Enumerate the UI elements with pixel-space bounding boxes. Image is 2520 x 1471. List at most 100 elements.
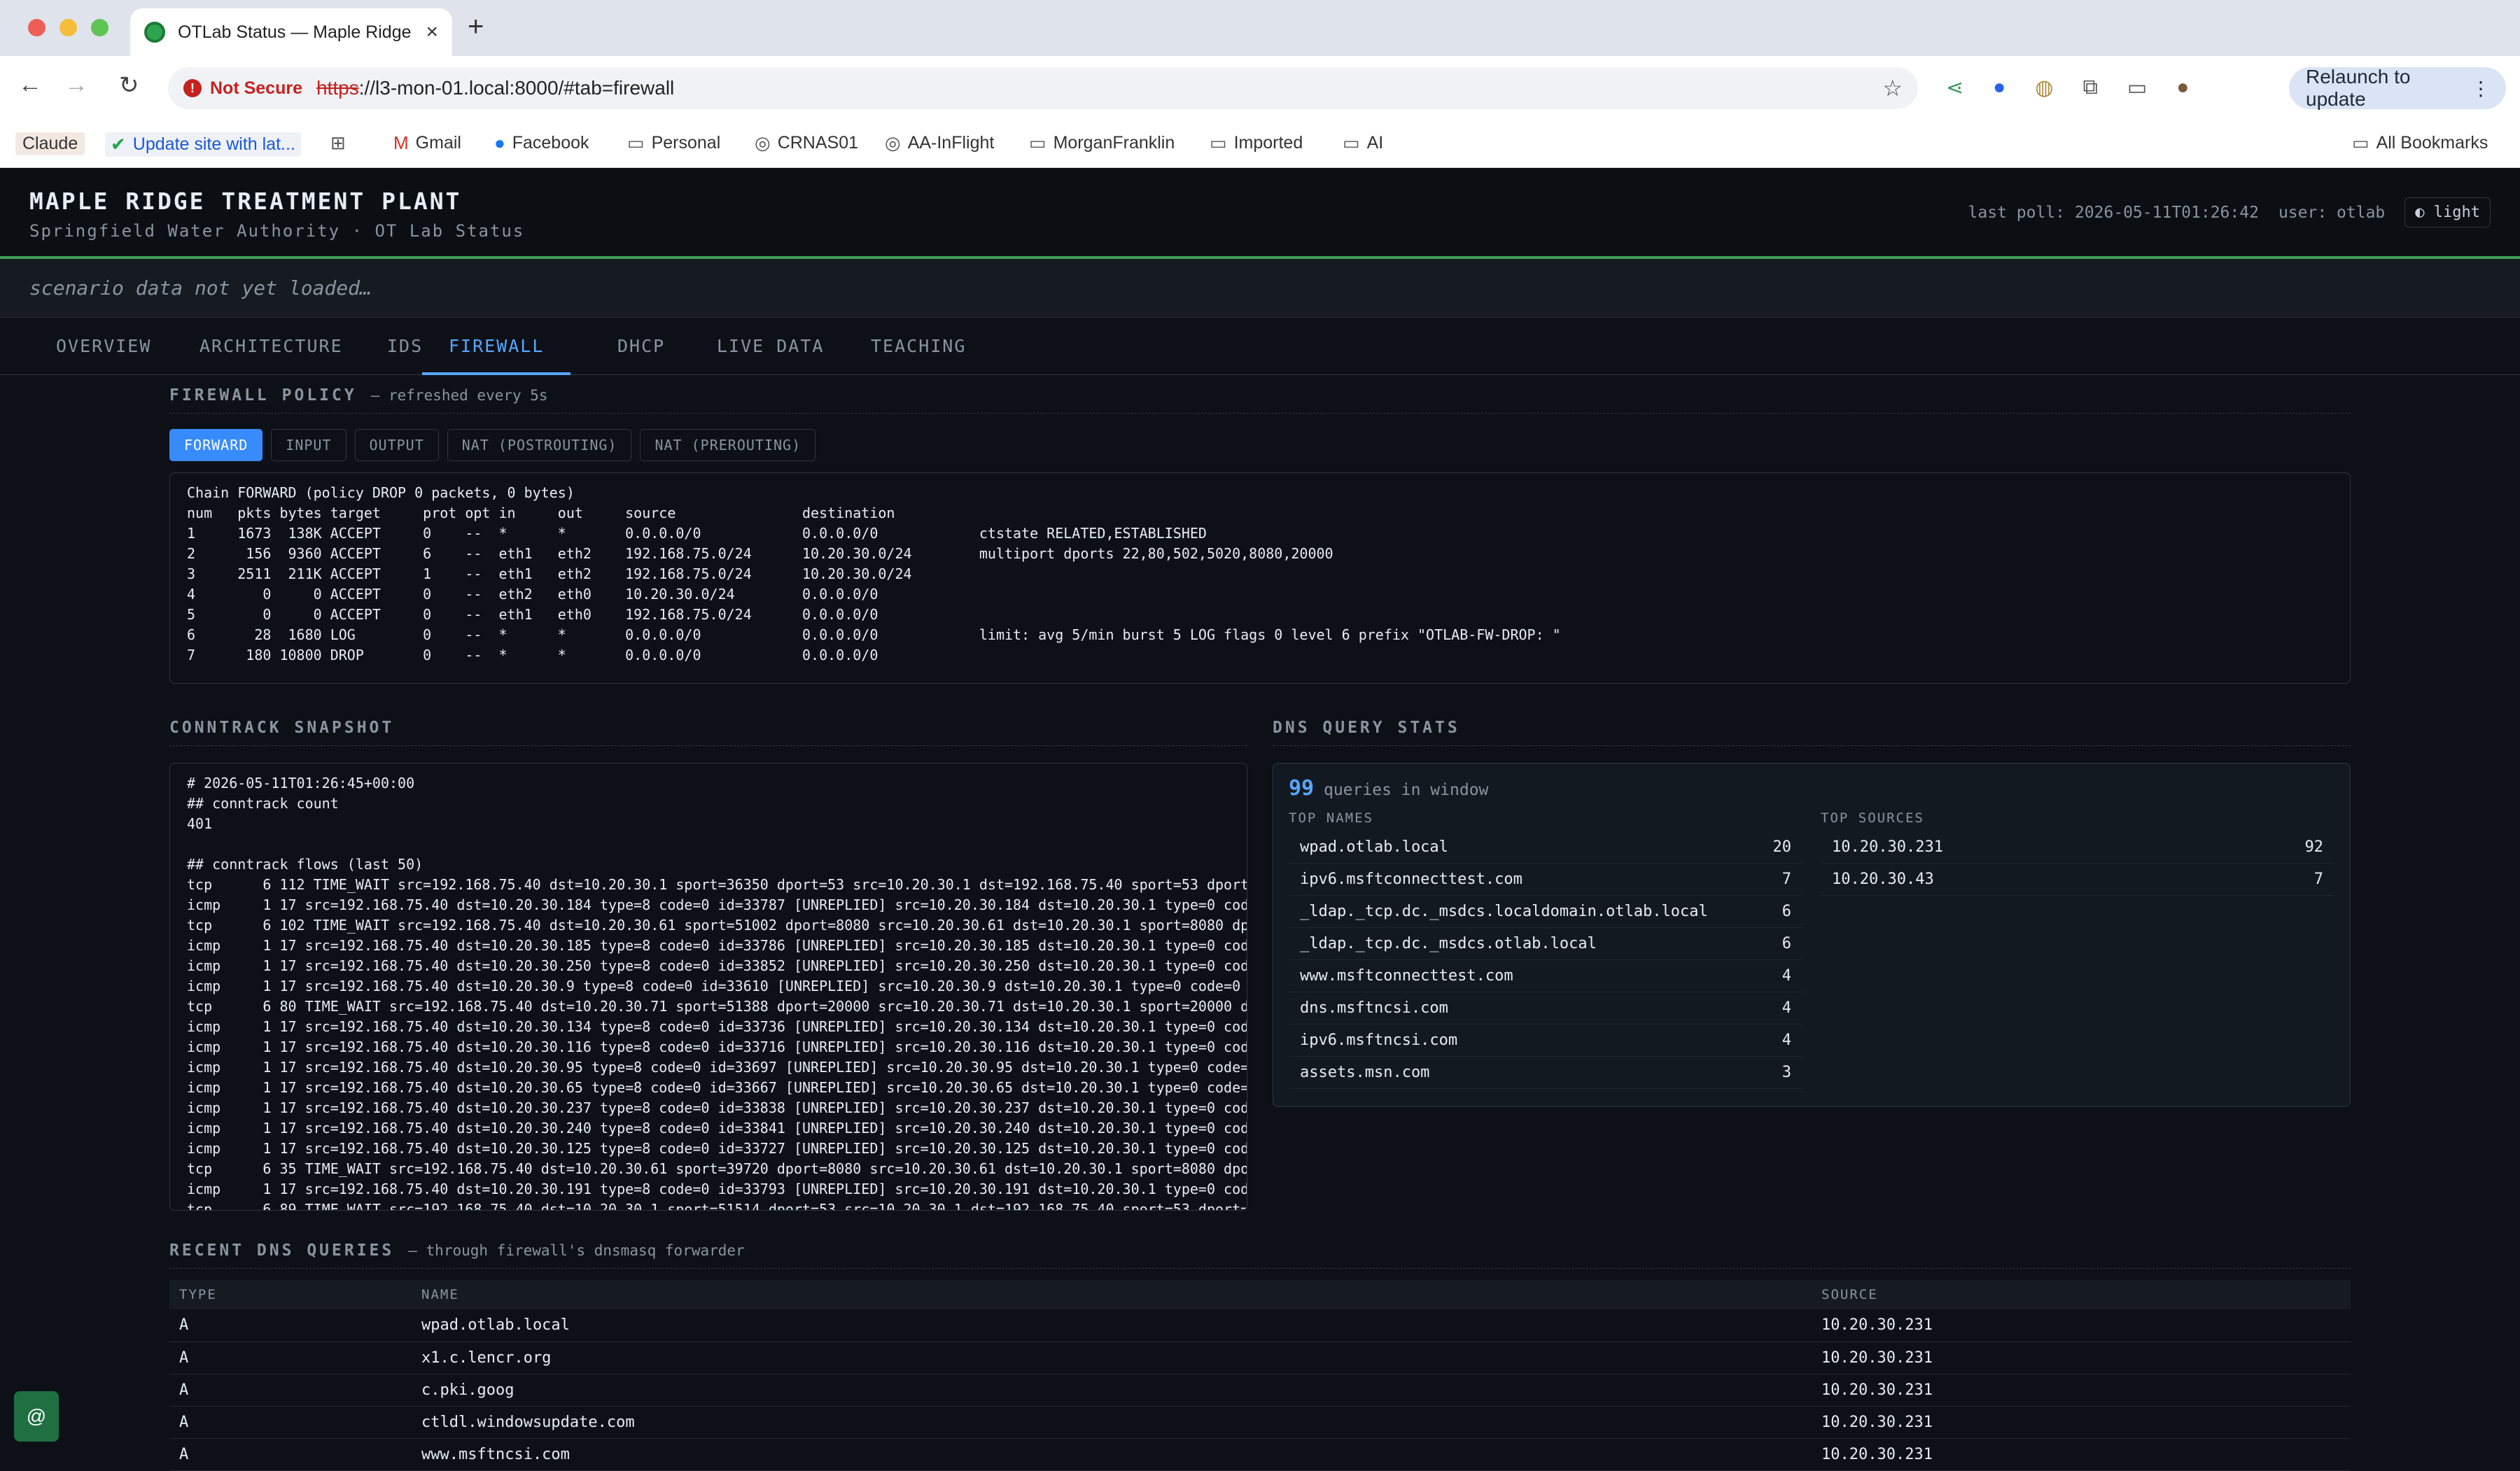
header-status: last poll: 2026-05-11T01:26:42 user: otl…: [1968, 197, 2491, 227]
iptables-output: Chain FORWARD (policy DROP 0 packets, 0 …: [169, 472, 2351, 684]
folder-icon: ▭: [1343, 132, 1360, 153]
url-text[interactable]: https://l3-mon-01.local:8000/#tab=firewa…: [316, 77, 674, 99]
bookmarks-bar: Claude ✔ Update site with lat... ⊞ M Gmail…: [0, 119, 2520, 168]
url-rest: ://l3-mon-01.local:8000/#tab=firewall: [358, 77, 675, 99]
page-title: MAPLE RIDGE TREATMENT PLANT: [29, 188, 462, 215]
back-icon[interactable]: ←: [18, 71, 42, 99]
kebab-menu-icon[interactable]: ⋮: [2471, 77, 2491, 100]
warning-icon: !: [183, 79, 202, 97]
bookmark-update-site[interactable]: ✔ Update site with lat...: [105, 132, 301, 157]
section-title: CONNTRACK SNAPSHOT: [169, 719, 395, 737]
tab-firewall[interactable]: FIREWALL: [422, 336, 571, 375]
main-tabs: OVERVIEW ARCHITECTURE IDS FIREWALL DHCP …: [0, 318, 2520, 375]
browser-toolbar: ← → ↻ ! Not Secure https://l3-mon-01.loca…: [0, 56, 2520, 119]
list-item: 10.20.30.231 92: [1821, 831, 2334, 864]
close-window-button[interactable]: [28, 19, 46, 36]
table-cell: A: [169, 1406, 412, 1439]
bookmark-morganfranklin[interactable]: ▭ MorganFranklin: [1029, 132, 1175, 154]
apps-grid-icon[interactable]: ⊞: [330, 132, 346, 154]
chain-output-button[interactable]: OUTPUT: [354, 429, 439, 461]
conntrack-section: CONNTRACK SNAPSHOT # 2026-05-11T01:26:45…: [169, 719, 1247, 1211]
item-name: www.msftconnecttest.com: [1300, 967, 1513, 985]
zoom-window-button[interactable]: [91, 19, 108, 36]
tab-overview[interactable]: OVERVIEW: [56, 336, 151, 356]
list-item: assets.msn.com 3: [1289, 1057, 1802, 1089]
bookmark-star-icon[interactable]: ☆: [1882, 75, 1903, 101]
bookmark-crnas01[interactable]: ◎ CRNAS01: [755, 132, 858, 154]
address-bar[interactable]: ! Not Secure https://l3-mon-01.local:8000…: [168, 67, 1918, 109]
assistant-button[interactable]: @: [14, 1391, 59, 1442]
facebook-icon: ●: [494, 132, 505, 153]
cookie-extension-icon[interactable]: ◍: [2035, 76, 2053, 100]
chain-forward-button[interactable]: FORWARD: [169, 429, 263, 461]
bookmark-label: Imported: [1233, 133, 1303, 153]
page-subtitle: Springfield Water Authority · OT Lab Sta…: [29, 221, 525, 241]
dns-stats-section: DNS QUERY STATS 99 queries in window TOP…: [1273, 719, 2351, 1211]
section-title: FIREWALL POLICY: [169, 386, 357, 404]
minimize-window-button[interactable]: [59, 19, 77, 36]
chain-input-button[interactable]: INPUT: [271, 429, 346, 461]
browser-tab[interactable]: OTLab Status — Maple Ridge Treatment Pla…: [130, 8, 452, 56]
tab-teaching[interactable]: TEACHING: [871, 336, 966, 356]
top-sources: TOP SOURCES 10.20.30.231 92 10.20.30.43 7: [1821, 810, 2334, 1089]
top-names: TOP NAMES wpad.otlab.local 20 ipv6.msftcon…: [1289, 810, 1802, 1089]
all-bookmarks[interactable]: ▭ All Bookmarks: [2352, 132, 2488, 154]
item-count: 7: [1782, 871, 1791, 888]
bookmark-ai[interactable]: ▭ AI: [1343, 132, 1383, 154]
chain-nat-prerouting-button[interactable]: NAT (PREROUTING): [640, 429, 816, 461]
two-column-row: CONNTRACK SNAPSHOT # 2026-05-11T01:26:45…: [169, 719, 2351, 1211]
bookmark-facebook[interactable]: ● Facebook: [494, 132, 589, 154]
bookmark-claude[interactable]: Claude: [15, 132, 85, 155]
avatar[interactable]: ●: [2176, 76, 2189, 100]
table-cell: A: [169, 1438, 412, 1471]
recent-dns-header: RECENT DNS QUERIES — through firewall's …: [169, 1241, 2351, 1269]
column-header-source: SOURCE: [1812, 1280, 2351, 1309]
item-name: _ldap._tcp.dc._msdcs.otlab.local: [1300, 935, 1597, 952]
close-tab-icon[interactable]: ×: [426, 20, 438, 44]
chain-nat-postrouting-button[interactable]: NAT (POSTROUTING): [447, 429, 632, 461]
puzzle-icon[interactable]: ⧉: [2082, 76, 2097, 100]
tab-live-data[interactable]: LIVE DATA: [717, 336, 824, 356]
security-indicator[interactable]: ! Not Secure: [183, 78, 302, 99]
firewall-panel: FIREWALL POLICY — refreshed every 5s FOR…: [169, 386, 2351, 1471]
dns-stats-box: 99 queries in window TOP NAMES wpad.otla…: [1273, 763, 2351, 1107]
bookmark-label: Facebook: [512, 133, 589, 153]
table-row: Ac.pki.goog 10.20.30.231: [169, 1374, 2351, 1407]
table-header-row: TYPE NAME SOURCE: [169, 1280, 2351, 1309]
item-count: 6: [1782, 935, 1791, 952]
table-row: Actldl.windowsupdate.com 10.20.30.231: [169, 1406, 2351, 1439]
folder-icon: ▭: [2352, 132, 2370, 153]
section-title: DNS QUERY STATS: [1273, 719, 1460, 737]
query-count-value: 99: [1289, 776, 1315, 801]
relaunch-button[interactable]: Relaunch to update ⋮: [2289, 66, 2506, 110]
zoom-extension-icon[interactable]: ●: [1993, 76, 2005, 100]
globe-icon: ◎: [755, 132, 771, 153]
conntrack-output[interactable]: # 2026-05-11T01:26:45+00:00 ## conntrack…: [169, 763, 1247, 1211]
forward-icon[interactable]: →: [64, 71, 88, 99]
theme-toggle-button[interactable]: ◐ light: [2404, 197, 2491, 227]
browser-tabstrip: OTLab Status — Maple Ridge Treatment Pla…: [0, 0, 2520, 56]
url-scheme: https: [316, 77, 359, 99]
tab-ids[interactable]: IDS: [387, 336, 423, 356]
bookmark-personal[interactable]: ▭ Personal: [627, 132, 720, 154]
item-name: _ldap._tcp.dc._msdcs.localdomain.otlab.l…: [1300, 903, 1708, 920]
bookmark-label: CRNAS01: [777, 133, 859, 153]
new-tab-button[interactable]: +: [468, 11, 484, 43]
bookmark-aa-inflight[interactable]: ◎ AA-InFlight: [885, 132, 994, 154]
tab-architecture[interactable]: ARCHITECTURE: [200, 336, 343, 356]
window-controls: [28, 19, 108, 36]
table-cell: 10.20.30.231: [1812, 1309, 2351, 1342]
list-item: _ldap._tcp.dc._msdcs.otlab.local 6: [1289, 928, 1802, 960]
reload-icon[interactable]: ↻: [119, 71, 139, 99]
cast-icon[interactable]: ▭: [2127, 76, 2147, 100]
tab-dhcp[interactable]: DHCP: [617, 336, 665, 356]
table-cell: 10.20.30.231: [1812, 1374, 2351, 1407]
item-count: 4: [1782, 999, 1791, 1017]
bookmark-imported[interactable]: ▭ Imported: [1210, 132, 1303, 154]
table-cell: A: [169, 1342, 412, 1374]
share-icon[interactable]: ⋖: [1946, 76, 1963, 100]
bookmark-gmail[interactable]: M Gmail: [393, 132, 461, 154]
query-count: 99 queries in window: [1289, 776, 2334, 801]
tab-title: OTLab Status — Maple Ridge Treatment Pla…: [178, 22, 413, 42]
item-count: 4: [1782, 1032, 1791, 1049]
